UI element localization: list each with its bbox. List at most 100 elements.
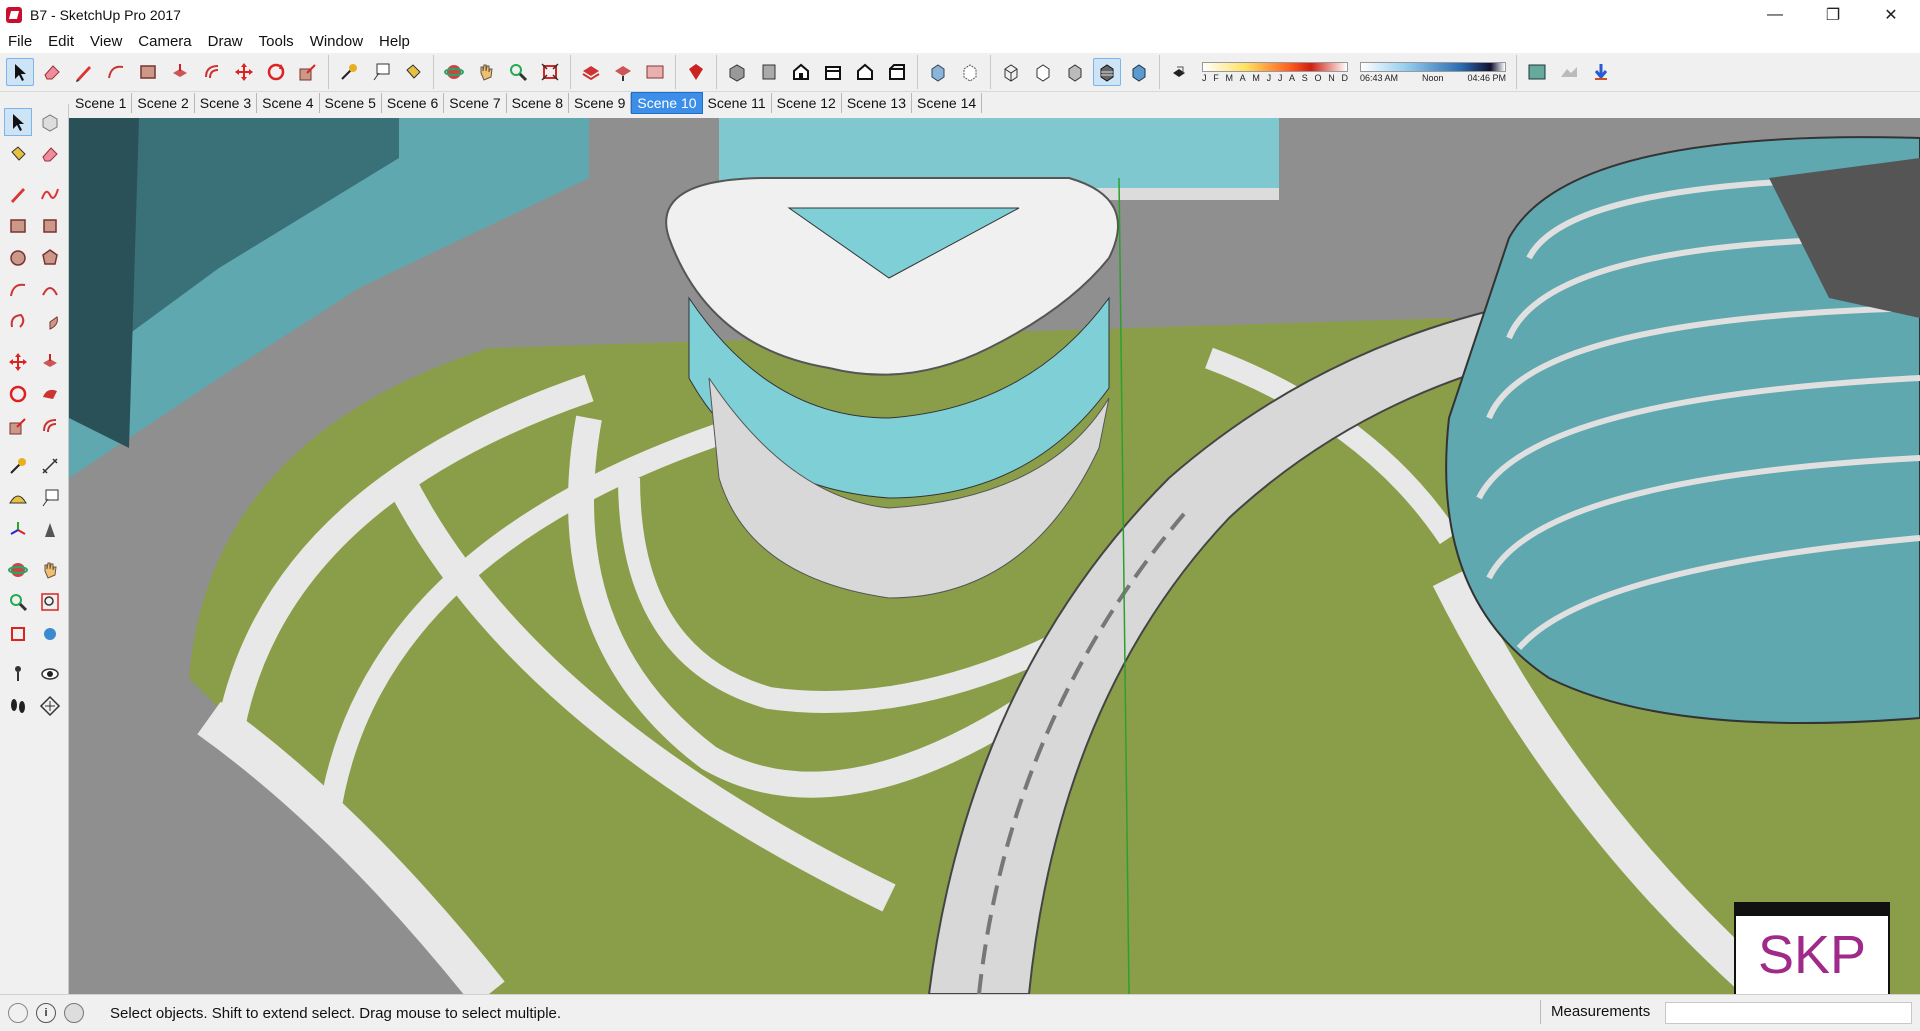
orbit-tool[interactable]	[4, 556, 32, 584]
tab-scene-9[interactable]: Scene 9	[569, 93, 632, 113]
push-pull-tool[interactable]	[36, 348, 64, 376]
zoom-extents-button[interactable]	[536, 58, 564, 86]
pushpull-tool-button[interactable]	[166, 58, 194, 86]
tape-measure-button[interactable]	[335, 58, 363, 86]
layout-send-button[interactable]	[641, 58, 669, 86]
shadow-time-slider[interactable]: 06:43 AM Noon 04:46 PM	[1360, 61, 1506, 83]
geo-location-icon[interactable]	[8, 1003, 28, 1023]
xray-button[interactable]	[924, 58, 952, 86]
tab-scene-12[interactable]: Scene 12	[772, 93, 842, 113]
left-view-button[interactable]	[883, 58, 911, 86]
eraser-tool[interactable]	[36, 140, 64, 168]
back-view-button[interactable]	[851, 58, 879, 86]
menu-view[interactable]: View	[82, 33, 130, 50]
rectangle-tool[interactable]	[4, 212, 32, 240]
tab-scene-11[interactable]: Scene 11	[703, 93, 772, 113]
pan-button[interactable]	[472, 58, 500, 86]
model-viewport[interactable]	[69, 118, 1920, 994]
zoom-window-tool[interactable]	[36, 588, 64, 616]
offset-tool[interactable]	[36, 412, 64, 440]
line-tool-button[interactable]	[70, 58, 98, 86]
look-around-tool[interactable]	[36, 660, 64, 688]
iso-view-button[interactable]	[723, 58, 751, 86]
shadow-toggle-button[interactable]	[1166, 58, 1194, 86]
3d-warehouse-button[interactable]	[577, 58, 605, 86]
add-location-button[interactable]	[1523, 58, 1551, 86]
tab-scene-3[interactable]: Scene 3	[195, 93, 258, 113]
user-account-icon[interactable]	[64, 1003, 84, 1023]
walk-tool[interactable]	[4, 692, 32, 720]
right-view-button[interactable]	[819, 58, 847, 86]
pie-tool[interactable]	[36, 308, 64, 336]
minimize-button[interactable]: —	[1746, 0, 1804, 29]
shadow-date-slider[interactable]: J F M A M J J A S O N D	[1202, 61, 1348, 83]
tab-scene-4[interactable]: Scene 4	[257, 93, 320, 113]
tab-scene-10[interactable]: Scene 10	[631, 92, 703, 114]
line-tool[interactable]	[4, 180, 32, 208]
share-model-button[interactable]	[609, 58, 637, 86]
tab-scene-5[interactable]: Scene 5	[320, 93, 382, 113]
follow-me-tool[interactable]	[36, 380, 64, 408]
zoom-extents-tool[interactable]	[4, 620, 32, 648]
arc-tool[interactable]	[4, 276, 32, 304]
scale-tool[interactable]	[4, 412, 32, 440]
rotate-tool[interactable]	[4, 380, 32, 408]
tab-scene-7[interactable]: Scene 7	[444, 93, 507, 113]
tab-scene-8[interactable]: Scene 8	[507, 93, 569, 113]
previous-view-tool[interactable]	[36, 620, 64, 648]
text-tool[interactable]	[36, 484, 64, 512]
position-camera-tool[interactable]	[4, 660, 32, 688]
menu-window[interactable]: Window	[302, 33, 371, 50]
offset-tool-button[interactable]	[198, 58, 226, 86]
time-slider-track[interactable]	[1360, 61, 1506, 72]
tab-scene-13[interactable]: Scene 13	[842, 93, 913, 113]
select-tool-button[interactable]	[6, 58, 34, 86]
scale-tool-button[interactable]	[294, 58, 322, 86]
select-tool[interactable]	[4, 108, 32, 136]
polygon-tool[interactable]	[36, 244, 64, 272]
make-component-tool[interactable]	[36, 108, 64, 136]
axes-tool[interactable]	[4, 516, 32, 544]
move-tool[interactable]	[4, 348, 32, 376]
tab-scene-6[interactable]: Scene 6	[382, 93, 445, 113]
month-slider-track[interactable]	[1202, 61, 1348, 72]
measurements-input[interactable]	[1665, 1002, 1912, 1024]
wireframe-button[interactable]	[997, 58, 1025, 86]
back-edges-button[interactable]	[956, 58, 984, 86]
front-view-button[interactable]	[787, 58, 815, 86]
rotated-rectangle-tool[interactable]	[36, 212, 64, 240]
menu-draw[interactable]: Draw	[200, 33, 251, 50]
menu-edit[interactable]: Edit	[40, 33, 82, 50]
menu-camera[interactable]: Camera	[130, 33, 199, 50]
menu-tools[interactable]: Tools	[251, 33, 302, 50]
extension-warehouse-button[interactable]	[682, 58, 710, 86]
shape-tool-button[interactable]	[134, 58, 162, 86]
dimension-tool[interactable]	[36, 452, 64, 480]
3d-text-tool[interactable]	[36, 516, 64, 544]
tab-scene-14[interactable]: Scene 14	[912, 93, 983, 113]
menu-file[interactable]: File	[0, 33, 40, 50]
toggle-terrain-button[interactable]	[1555, 58, 1583, 86]
arc-tool-button[interactable]	[102, 58, 130, 86]
two-point-arc-tool[interactable]	[36, 276, 64, 304]
protractor-tool[interactable]	[4, 484, 32, 512]
eraser-tool-button[interactable]	[38, 58, 66, 86]
freehand-tool[interactable]	[36, 180, 64, 208]
tab-scene-2[interactable]: Scene 2	[132, 93, 195, 113]
pan-tool[interactable]	[36, 556, 64, 584]
hidden-line-button[interactable]	[1029, 58, 1057, 86]
paint-bucket-button[interactable]	[399, 58, 427, 86]
tape-measure-tool[interactable]	[4, 452, 32, 480]
shaded-textures-button[interactable]	[1093, 58, 1121, 86]
credits-info-icon[interactable]: i	[36, 1003, 56, 1023]
top-view-button[interactable]	[755, 58, 783, 86]
menu-help[interactable]: Help	[371, 33, 418, 50]
three-point-arc-tool[interactable]	[4, 308, 32, 336]
close-button[interactable]: ✕	[1862, 0, 1920, 29]
circle-tool[interactable]	[4, 244, 32, 272]
zoom-button[interactable]	[504, 58, 532, 86]
tab-scene-1[interactable]: Scene 1	[70, 93, 133, 113]
photo-texture-button[interactable]	[1587, 58, 1615, 86]
paint-bucket-tool[interactable]	[4, 140, 32, 168]
monochrome-button[interactable]	[1125, 58, 1153, 86]
